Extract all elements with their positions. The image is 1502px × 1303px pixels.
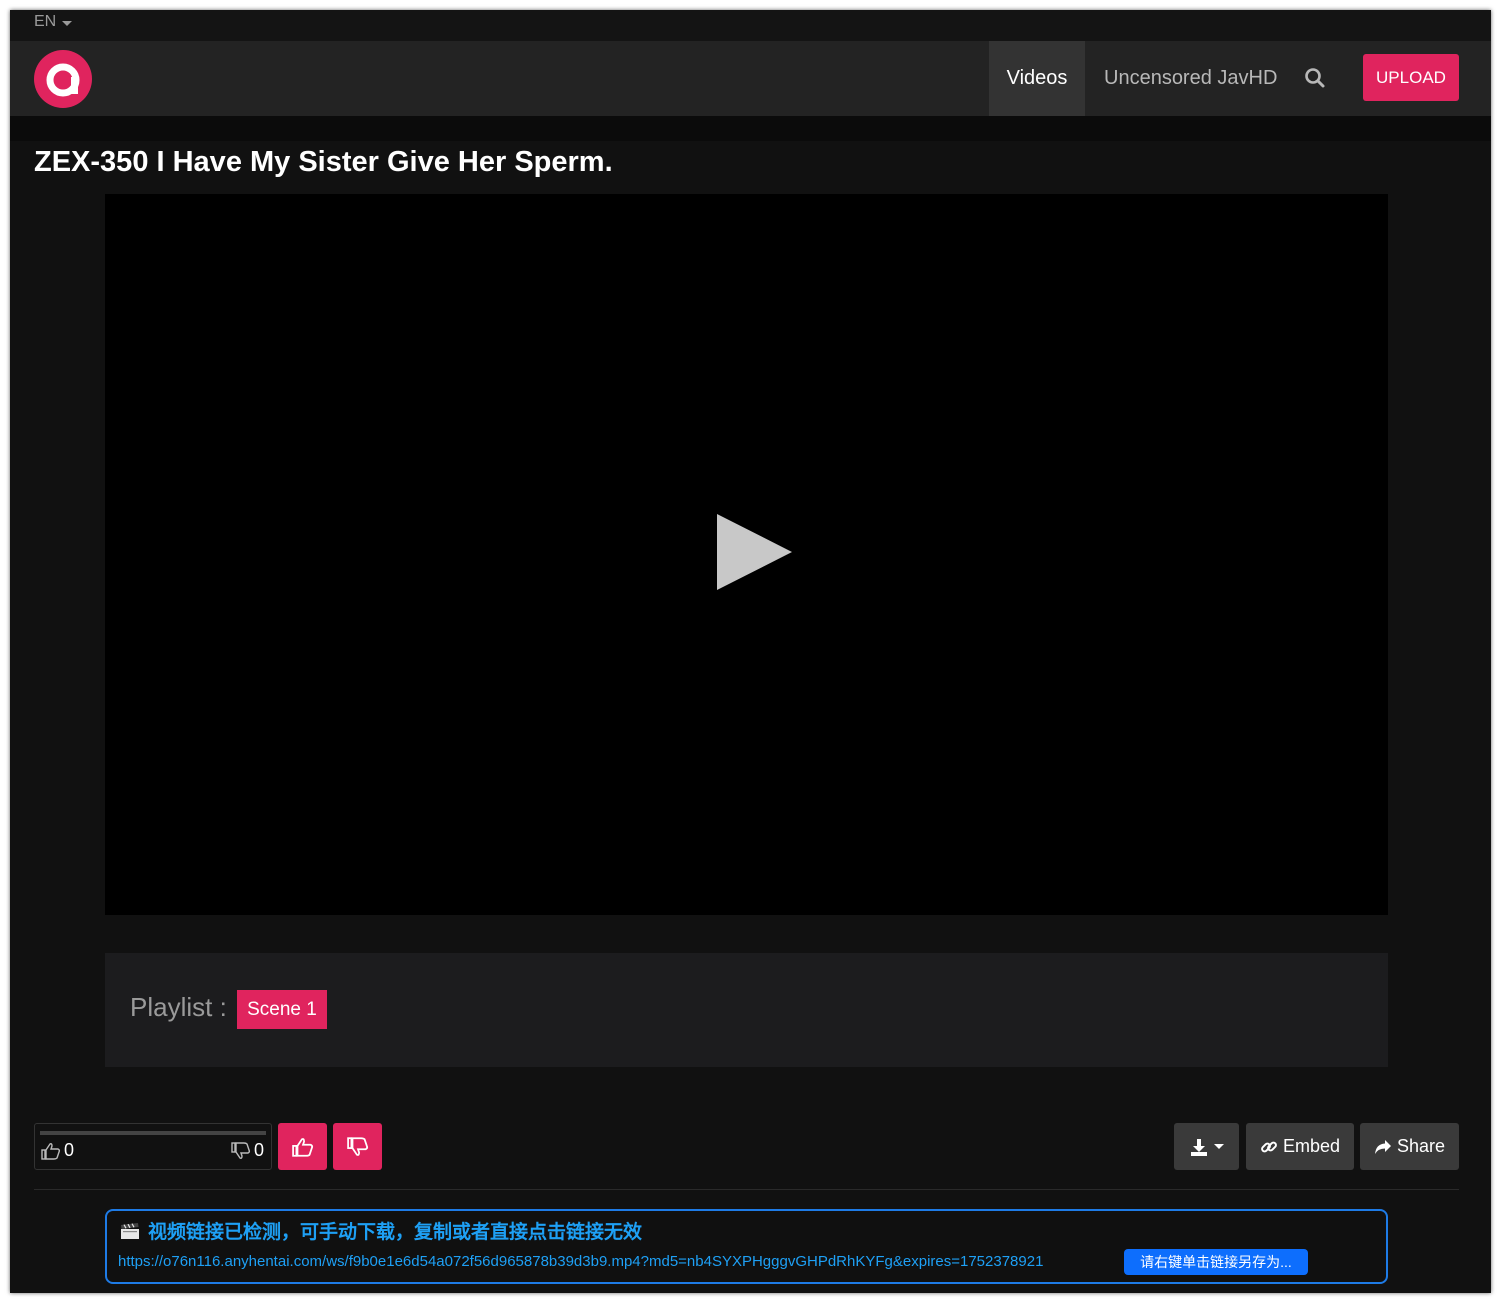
thumbs-down-outline-icon [231,1141,251,1159]
share-button[interactable]: Share [1360,1123,1459,1170]
nav-subbar [10,116,1491,141]
section-divider [34,1189,1459,1190]
share-arrow-icon [1374,1139,1391,1154]
detector-heading: 视频链接已检测，可手动下载，复制或者直接点击链接无效 [148,1222,643,1243]
browser-viewport: EN Videos Uncensored JavHD UPLOAD ZEX-35… [10,10,1491,1293]
clapperboard-icon [121,1222,139,1239]
playlist-panel: Playlist : Scene 1 [105,953,1388,1067]
rating-bar [40,1131,266,1135]
dislikes-count-group: 0 [231,1140,264,1161]
dislikes-count: 0 [254,1140,265,1160]
playlist-scene-button[interactable]: Scene 1 [237,990,327,1029]
likes-count: 0 [64,1140,75,1160]
embed-button[interactable]: Embed [1246,1123,1354,1170]
main-navbar: Videos Uncensored JavHD UPLOAD [10,41,1491,116]
thumbs-up-outline-icon [41,1142,61,1160]
caret-down-icon [62,20,73,26]
site-logo[interactable] [34,50,92,108]
play-icon[interactable] [717,514,792,590]
top-bar: EN [10,10,1491,41]
logo-a-icon [46,63,80,97]
playlist-label: Playlist : [130,992,227,1022]
nav-uncensored-javhd[interactable]: Uncensored JavHD [1085,41,1296,116]
upload-button[interactable]: UPLOAD [1363,54,1459,101]
nav-videos[interactable]: Videos [989,41,1085,116]
rating-box: 0 0 [34,1123,272,1170]
share-label: Share [1396,1136,1446,1156]
caret-down-icon [1214,1144,1224,1149]
thumbs-up-icon [291,1137,313,1157]
video-link-detector-panel: 视频链接已检测，可手动下载，复制或者直接点击链接无效 https://o76n1… [105,1209,1388,1284]
save-link-button[interactable]: 请右键单击链接另存为... [1124,1249,1308,1275]
detector-heading-row: 视频链接已检测，可手动下载，复制或者直接点击链接无效 [120,1217,642,1244]
dislike-button[interactable] [333,1123,382,1170]
search-icon[interactable] [1300,63,1330,93]
link-icon [1261,1141,1277,1152]
language-label: EN [34,13,57,30]
language-selector[interactable]: EN [34,13,73,31]
thumbs-down-icon [346,1136,368,1156]
download-dropdown-button[interactable] [1174,1123,1239,1170]
video-player[interactable] [105,194,1388,915]
download-icon [1191,1138,1207,1156]
like-button[interactable] [278,1123,327,1170]
embed-label: Embed [1282,1136,1341,1156]
likes-count-group: 0 [41,1140,74,1161]
detected-video-url[interactable]: https://o76n116.anyhentai.com/ws/f9b0e1e… [118,1253,1043,1270]
video-title: ZEX-350 I Have My Sister Give Her Sperm. [34,146,613,178]
